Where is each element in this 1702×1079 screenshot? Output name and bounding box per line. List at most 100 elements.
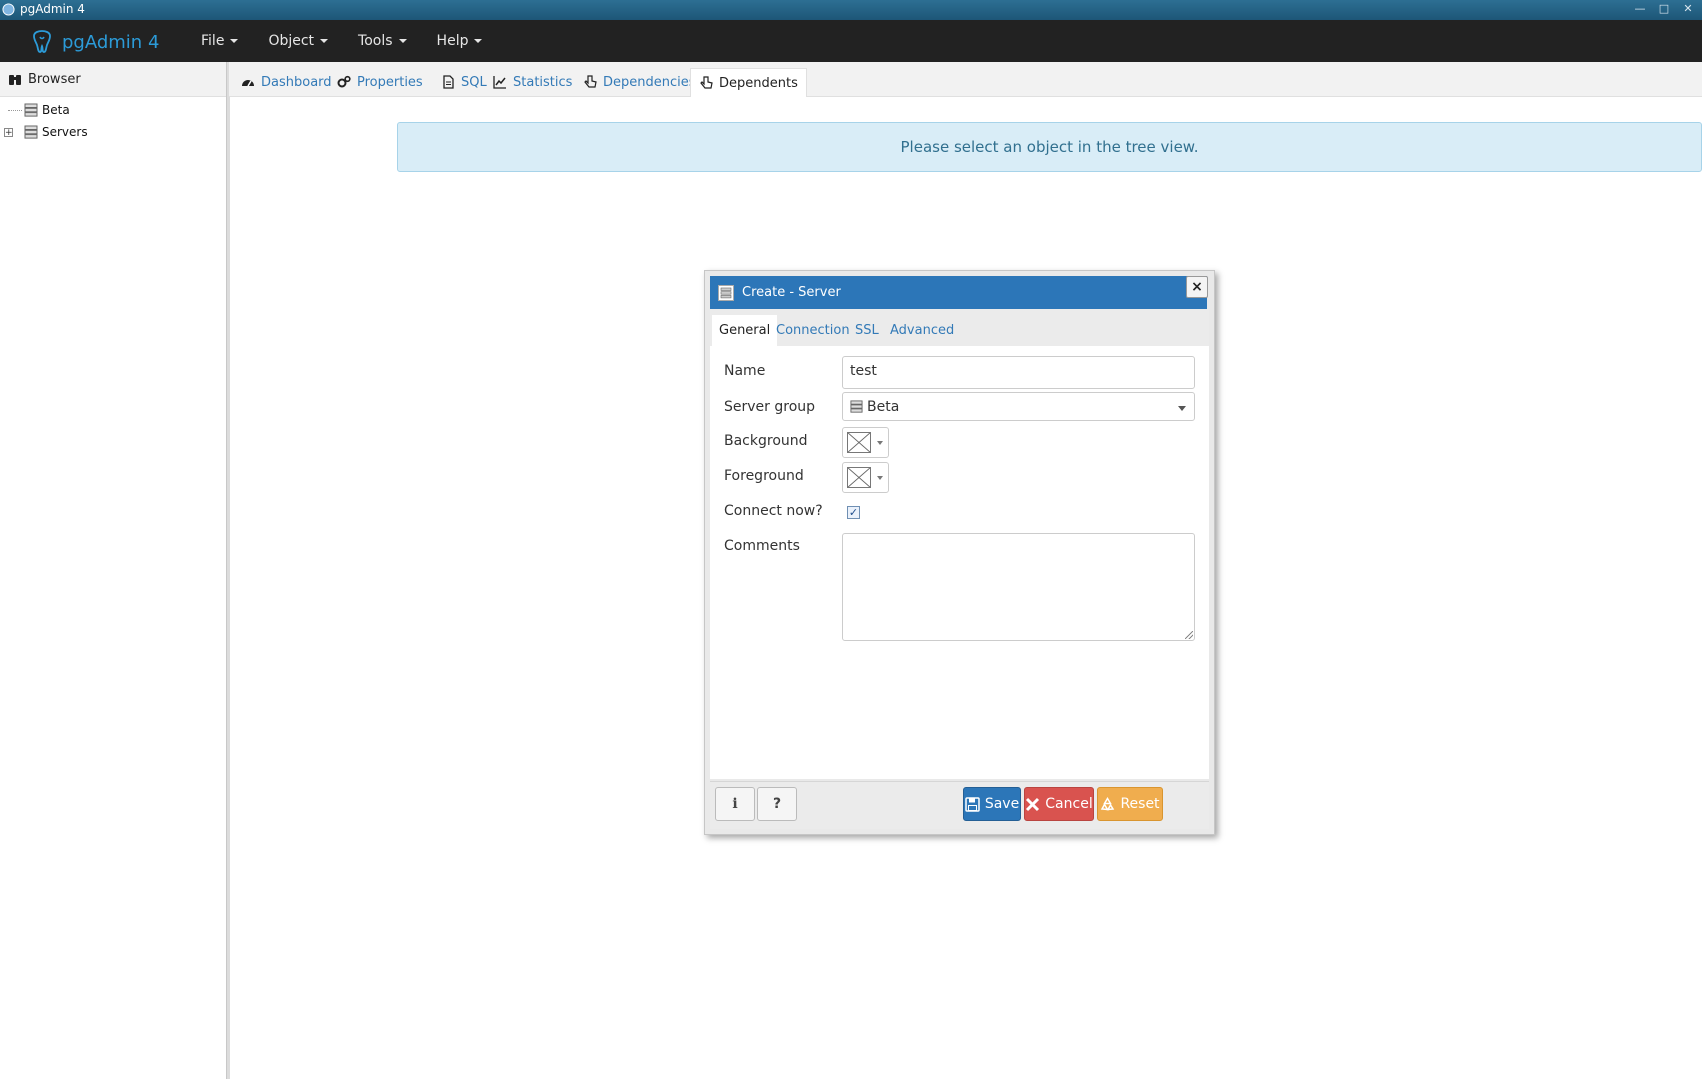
tab-label: Statistics	[513, 74, 573, 90]
main-tabs: Dashboard Properties SQL Statistics Depe…	[229, 62, 1702, 97]
foreground-color-picker[interactable]	[842, 462, 889, 493]
caret-down-icon	[877, 441, 883, 445]
name-input[interactable]: test	[842, 356, 1195, 389]
name-label: Name	[724, 363, 766, 379]
close-window-icon[interactable]: ✕	[1680, 2, 1696, 16]
browser-panel: Browser Beta + Servers	[0, 62, 226, 1079]
foreground-label: Foreground	[724, 468, 804, 484]
tree-connector	[8, 109, 22, 111]
caret-down-icon	[474, 39, 483, 43]
dialog-body: General Connection SSL Advanced Name tes…	[710, 309, 1209, 779]
caret-down-icon	[230, 39, 239, 43]
minimize-icon[interactable]: —	[1632, 2, 1648, 16]
cancel-label: Cancel	[1045, 796, 1093, 812]
connect-now-checkbox[interactable]: ✓	[847, 506, 860, 519]
menu-file-label: File	[201, 33, 225, 49]
info-button[interactable]: i	[715, 787, 755, 821]
tab-properties[interactable]: Properties	[329, 68, 431, 96]
close-icon[interactable]: ×	[1186, 276, 1208, 298]
tab-dashboard[interactable]: Dashboard	[233, 68, 340, 96]
line-chart-icon	[493, 76, 506, 89]
tab-label: Dependents	[719, 75, 798, 91]
top-navbar: pgAdmin 4 File Object Tools Help	[0, 20, 1702, 62]
file-icon	[443, 75, 454, 89]
comments-label: Comments	[724, 538, 800, 554]
server-group-icon	[850, 400, 863, 413]
tab-label: Dependencies	[603, 74, 696, 90]
brand-name: pgAdmin 4	[62, 31, 160, 53]
resize-grip-icon[interactable]	[1185, 631, 1193, 639]
main-menu: File Object Tools Help	[186, 20, 497, 62]
hand-pointer-icon	[700, 76, 713, 89]
save-label: Save	[984, 796, 1020, 812]
create-server-dialog: Create - Server × General Connection SSL…	[704, 270, 1215, 835]
tree-node-label: Beta	[42, 103, 70, 117]
info-icon: i	[732, 796, 738, 812]
elephant-logo-icon	[33, 30, 51, 53]
dialog-tab-advanced[interactable]: Advanced	[883, 315, 961, 346]
hand-pointer-icon	[584, 75, 597, 88]
background-color-picker[interactable]	[842, 427, 889, 458]
dialog-title: Create - Server	[742, 285, 841, 300]
object-tree: Beta + Servers	[0, 99, 226, 143]
browser-header: Browser	[0, 62, 226, 97]
menu-tools[interactable]: Tools	[343, 20, 422, 62]
background-label: Background	[724, 433, 808, 449]
dialog-tab-connection[interactable]: Connection	[769, 315, 857, 346]
menu-file[interactable]: File	[186, 20, 253, 62]
close-x-icon	[1026, 797, 1040, 811]
dialog-tab-general[interactable]: General	[712, 315, 778, 346]
caret-down-icon	[398, 39, 407, 43]
dashboard-icon	[242, 80, 254, 87]
menu-object[interactable]: Object	[253, 20, 343, 62]
reset-label: Reset	[1120, 796, 1160, 812]
server-group-select[interactable]: Beta	[842, 392, 1195, 421]
caret-down-icon	[877, 476, 883, 480]
info-alert: Please select an object in the tree view…	[397, 122, 1702, 172]
tab-label: Dashboard	[261, 74, 332, 90]
brand[interactable]: pgAdmin 4	[28, 28, 159, 56]
server-group-icon	[24, 125, 38, 139]
window-title: pgAdmin 4	[20, 2, 85, 16]
question-icon: ?	[772, 796, 782, 812]
tree-node-servers[interactable]: + Servers	[0, 121, 226, 143]
browser-title: Browser	[28, 71, 81, 87]
tab-statistics[interactable]: Statistics	[485, 68, 580, 96]
expand-plus-icon[interactable]: +	[4, 127, 13, 137]
tab-label: Properties	[357, 74, 423, 90]
maximize-icon[interactable]: □	[1656, 2, 1672, 16]
server-group-label: Server group	[724, 399, 816, 415]
window-titlebar: pgAdmin 4 — □ ✕	[0, 0, 1702, 20]
pgadmin-app-icon	[2, 3, 15, 16]
help-button[interactable]: ?	[757, 787, 797, 821]
tree-node-label: Servers	[42, 125, 88, 139]
server-icon	[718, 284, 734, 301]
binoculars-icon	[9, 75, 21, 85]
floppy-disk-icon	[965, 796, 980, 812]
menu-help-label: Help	[436, 33, 469, 49]
comments-textarea[interactable]	[842, 533, 1195, 641]
server-group-icon	[24, 103, 38, 117]
cancel-button[interactable]: Cancel	[1024, 787, 1094, 821]
dialog-titlebar[interactable]: Create - Server	[710, 276, 1207, 309]
dialog-tabs: General Connection SSL Advanced	[710, 309, 1209, 346]
menu-object-label: Object	[268, 33, 315, 49]
menu-help[interactable]: Help	[422, 20, 498, 62]
panel-splitter[interactable]	[226, 62, 230, 1079]
connect-now-label: Connect now?	[724, 503, 823, 519]
cogs-icon	[337, 75, 351, 88]
reset-button[interactable]: Reset	[1097, 787, 1163, 821]
dialog-footer: i ? Save Cancel Reset	[710, 781, 1209, 829]
chevron-down-icon	[1178, 406, 1186, 411]
tree-node-beta[interactable]: Beta	[0, 99, 226, 121]
no-color-swatch-icon	[847, 432, 871, 453]
save-button[interactable]: Save	[963, 787, 1021, 821]
caret-down-icon	[320, 39, 329, 43]
tab-dependents[interactable]: Dependents	[690, 68, 807, 97]
no-color-swatch-icon	[847, 467, 871, 488]
tab-label: SQL	[461, 74, 487, 90]
server-group-value: Beta	[867, 398, 900, 415]
dialog-tab-ssl[interactable]: SSL	[848, 315, 886, 346]
recycle-icon	[1101, 796, 1115, 810]
tab-dependencies[interactable]: Dependencies	[575, 68, 704, 96]
